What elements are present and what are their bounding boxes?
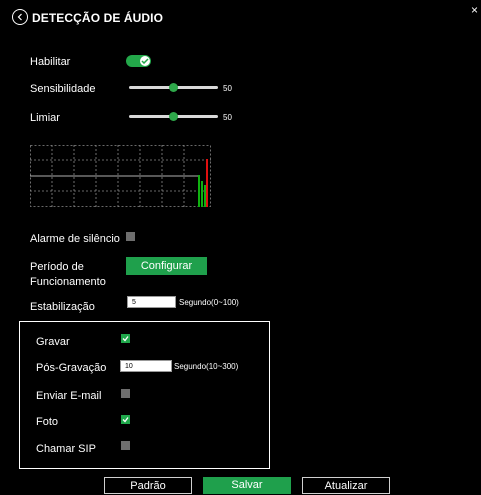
sensitivity-value: 50 (223, 84, 232, 93)
chevron-left-icon (17, 13, 22, 21)
stabilization-input[interactable]: 5 (127, 296, 176, 308)
photo-label: Foto (36, 416, 59, 428)
enable-label: Habilitar (30, 56, 71, 68)
check-icon (122, 336, 129, 342)
sensitivity-slider-thumb[interactable] (169, 83, 178, 92)
sip-checkbox[interactable] (121, 441, 130, 450)
email-label: Enviar E-mail (36, 390, 102, 402)
record-checkbox[interactable] (121, 334, 130, 343)
check-icon (122, 417, 129, 423)
sip-label: Chamar SIP (36, 443, 96, 455)
enable-toggle[interactable] (126, 55, 151, 67)
silence-alarm-label: Alarme de silêncio (30, 233, 120, 245)
level-bar-green-3 (204, 185, 206, 207)
silence-alarm-checkbox[interactable] (126, 232, 135, 241)
email-checkbox[interactable] (121, 389, 130, 398)
threshold-slider[interactable] (129, 112, 218, 121)
sensitivity-slider[interactable] (129, 83, 218, 92)
refresh-button[interactable]: Atualizar (302, 477, 390, 494)
post-record-label: Pós-Gravação (36, 362, 107, 374)
stabilization-unit: Segundo(0~100) (179, 298, 239, 307)
schedule-label-line2: Funcionamento (30, 276, 106, 288)
stabilization-label: Estabilização (30, 301, 95, 313)
threshold-label: Limiar (30, 112, 60, 124)
save-button[interactable]: Salvar (203, 477, 291, 494)
level-bar-red (206, 159, 208, 207)
configure-button[interactable]: Configurar (126, 257, 207, 275)
default-button[interactable]: Padrão (104, 477, 192, 494)
post-record-unit: Segundo(10~300) (174, 362, 239, 371)
sensitivity-label: Sensibilidade (30, 83, 96, 95)
photo-checkbox[interactable] (121, 415, 130, 424)
schedule-label-line1: Período de (30, 261, 84, 273)
record-label: Gravar (36, 336, 70, 348)
toggle-knob (140, 56, 150, 66)
threshold-slider-thumb[interactable] (169, 112, 178, 121)
close-icon[interactable]: × (471, 4, 478, 16)
post-record-input[interactable]: 10 (120, 360, 172, 372)
check-icon (141, 58, 149, 64)
page-title: DETECÇÃO DE ÁUDIO (32, 11, 164, 25)
threshold-value: 50 (223, 113, 232, 122)
level-bar-green-2 (201, 181, 203, 207)
level-bar-green-1 (198, 175, 200, 207)
audio-level-graph (30, 145, 211, 207)
back-button[interactable] (12, 9, 28, 25)
